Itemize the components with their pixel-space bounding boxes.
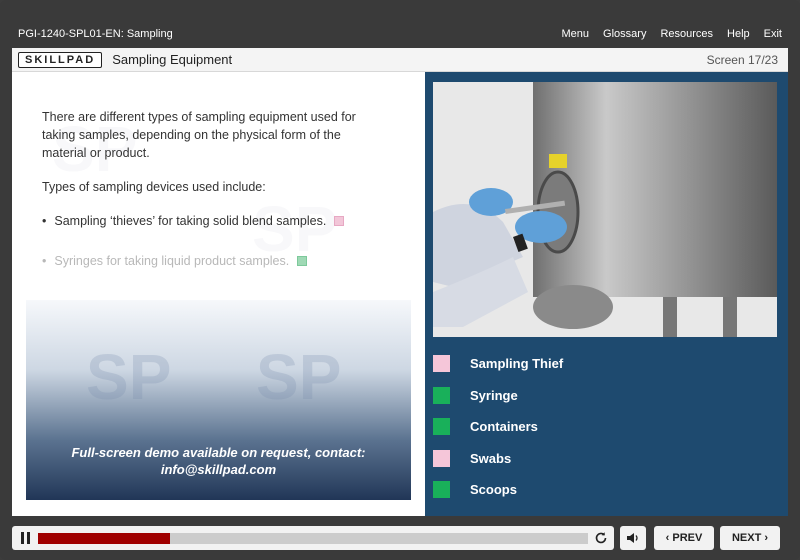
equipment-label: Containers (470, 419, 538, 435)
top-bar: PGI-1240-SPL01-EN: Sampling Menu Glossar… (12, 22, 788, 46)
chevron-left-icon: ‹ (665, 532, 673, 544)
green-checkbox-icon (433, 481, 450, 499)
audio-button[interactable] (620, 526, 646, 550)
green-checkbox-icon (433, 418, 450, 436)
green-marker-icon (297, 256, 308, 266)
pink-checkbox-icon (433, 355, 450, 373)
bullet-dot: • (42, 254, 47, 268)
sampling-photo (433, 82, 777, 337)
demo-message: Full-screen demo available on request, c… (26, 444, 411, 478)
text-panel: SP SP There are different types of sampl… (12, 72, 422, 516)
top-menu: Menu Glossary Resources Help Exit (562, 28, 788, 40)
speaker-icon (627, 533, 638, 543)
app-window: PGI-1240-SPL01-EN: Sampling Menu Glossar… (0, 0, 800, 560)
equipment-item-containers[interactable]: Containers (433, 411, 777, 443)
menu-link[interactable]: Menu (562, 28, 590, 40)
demo-banner: SP SP Full-screen demo available on requ… (26, 300, 411, 500)
pink-marker-icon (334, 216, 345, 226)
equipment-item-swabs[interactable]: Swabs (433, 443, 777, 475)
watermark-logo: SP (256, 341, 342, 413)
player-controls: ‹ PREV NEXT › (12, 522, 788, 552)
watermark-logo: SP (86, 341, 172, 413)
next-button[interactable]: NEXT › (720, 526, 780, 550)
pause-icon[interactable] (20, 532, 32, 544)
resources-link[interactable]: Resources (660, 28, 713, 40)
green-checkbox-icon (433, 386, 450, 404)
equipment-label: Swabs (470, 450, 512, 466)
chevron-right-icon: › (761, 532, 769, 544)
equipment-item-sampling-thief[interactable]: Sampling Thief (433, 348, 777, 380)
bullet-thieves: • Sampling ‘thieves’ for taking solid bl… (42, 212, 382, 230)
equipment-label: Syringe (470, 387, 518, 403)
types-heading: Types of sampling devices used include: (42, 180, 266, 194)
bullet-syringes: • Syringes for taking liquid product sam… (42, 252, 382, 270)
equipment-label: Scoops (470, 482, 517, 498)
media-player (12, 526, 614, 550)
sampling-vessel-image (433, 82, 777, 337)
skillpad-logo: SKILLPAD (18, 51, 103, 68)
glossary-link[interactable]: Glossary (603, 28, 646, 40)
body-text: There are different types of sampling eq… (42, 108, 382, 292)
demo-email[interactable]: info@skillpad.com (26, 461, 411, 478)
intro-paragraph: There are different types of sampling eq… (42, 110, 356, 160)
pink-checkbox-icon (433, 449, 450, 467)
page-title: Sampling Equipment (112, 52, 233, 67)
screen-counter: Screen 17/23 (706, 52, 778, 67)
course-title: PGI-1240-SPL01-EN: Sampling (18, 28, 173, 40)
content-area: SP SP There are different types of sampl… (12, 72, 788, 516)
prev-label: PREV (672, 532, 703, 544)
bullet-dot: • (42, 214, 47, 228)
prev-button[interactable]: ‹ PREV (654, 526, 714, 550)
equipment-item-syringe[interactable]: Syringe (433, 380, 777, 412)
replay-icon[interactable] (594, 531, 608, 545)
exit-link[interactable]: Exit (764, 28, 782, 40)
progress-fill (38, 533, 170, 544)
equipment-list: Sampling Thief Syringe Containers Swabs … (433, 348, 777, 506)
bullet-text: Sampling ‘thieves’ for taking solid blen… (54, 214, 327, 228)
equipment-label: Sampling Thief (470, 356, 564, 372)
help-link[interactable]: Help (727, 28, 750, 40)
demo-line-1: Full-screen demo available on request, c… (71, 445, 366, 460)
next-label: NEXT (731, 532, 762, 544)
page-header: SKILLPAD Sampling Equipment Screen 17/23 (12, 48, 788, 72)
bullet-text: Syringes for taking liquid product sampl… (54, 254, 290, 268)
progress-track[interactable] (38, 533, 588, 544)
equipment-item-scoops[interactable]: Scoops (433, 474, 777, 506)
equipment-panel: Sampling Thief Syringe Containers Swabs … (425, 72, 788, 516)
